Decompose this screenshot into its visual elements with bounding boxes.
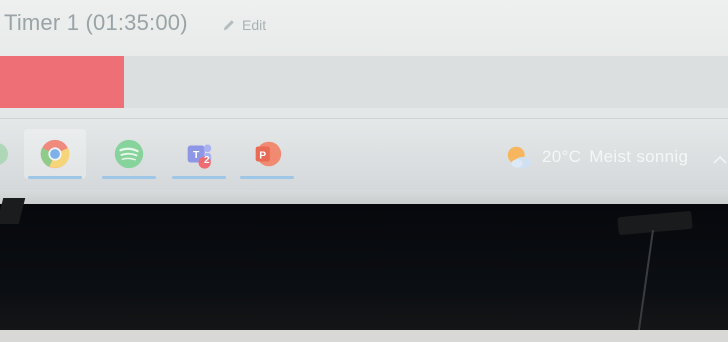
taskbar-app-chrome[interactable] [24, 129, 86, 179]
teams-notification-badge: 2 [204, 155, 210, 166]
taskbar-app-powerpoint[interactable]: P [236, 129, 298, 179]
timer-header: Timer 1 (01:35:00) Edit [0, 0, 728, 56]
spotify-icon [114, 139, 144, 169]
timer-progress-bar [0, 56, 728, 108]
chevron-up-icon[interactable] [712, 153, 728, 165]
edit-button[interactable]: Edit [222, 17, 266, 33]
partial-app-icon[interactable] [0, 143, 8, 165]
running-indicator [240, 176, 294, 179]
svg-text:T: T [193, 150, 200, 161]
timer-progress-fill [0, 56, 124, 108]
timer-title: Timer 1 (01:35:00) [4, 10, 188, 35]
edit-label: Edit [242, 17, 267, 33]
weather-temperature: 20°C [542, 147, 582, 166]
running-indicator [28, 176, 82, 179]
taskbar-app-spotify[interactable] [98, 129, 160, 179]
floor-edge [0, 330, 728, 342]
pencil-icon [223, 20, 234, 31]
svg-text:P: P [259, 150, 266, 161]
taskbar-app-teams[interactable]: T 2 [168, 129, 230, 179]
partly-sunny-icon [507, 146, 532, 169]
teams-icon: T [187, 144, 212, 169]
chrome-icon [40, 139, 70, 169]
running-indicator [102, 176, 156, 179]
powerpoint-icon: P [255, 141, 282, 167]
running-indicator [172, 176, 226, 179]
weather-widget[interactable]: 20°C Meist sonnig [504, 142, 688, 172]
weather-condition: Meist sonnig [589, 147, 689, 166]
